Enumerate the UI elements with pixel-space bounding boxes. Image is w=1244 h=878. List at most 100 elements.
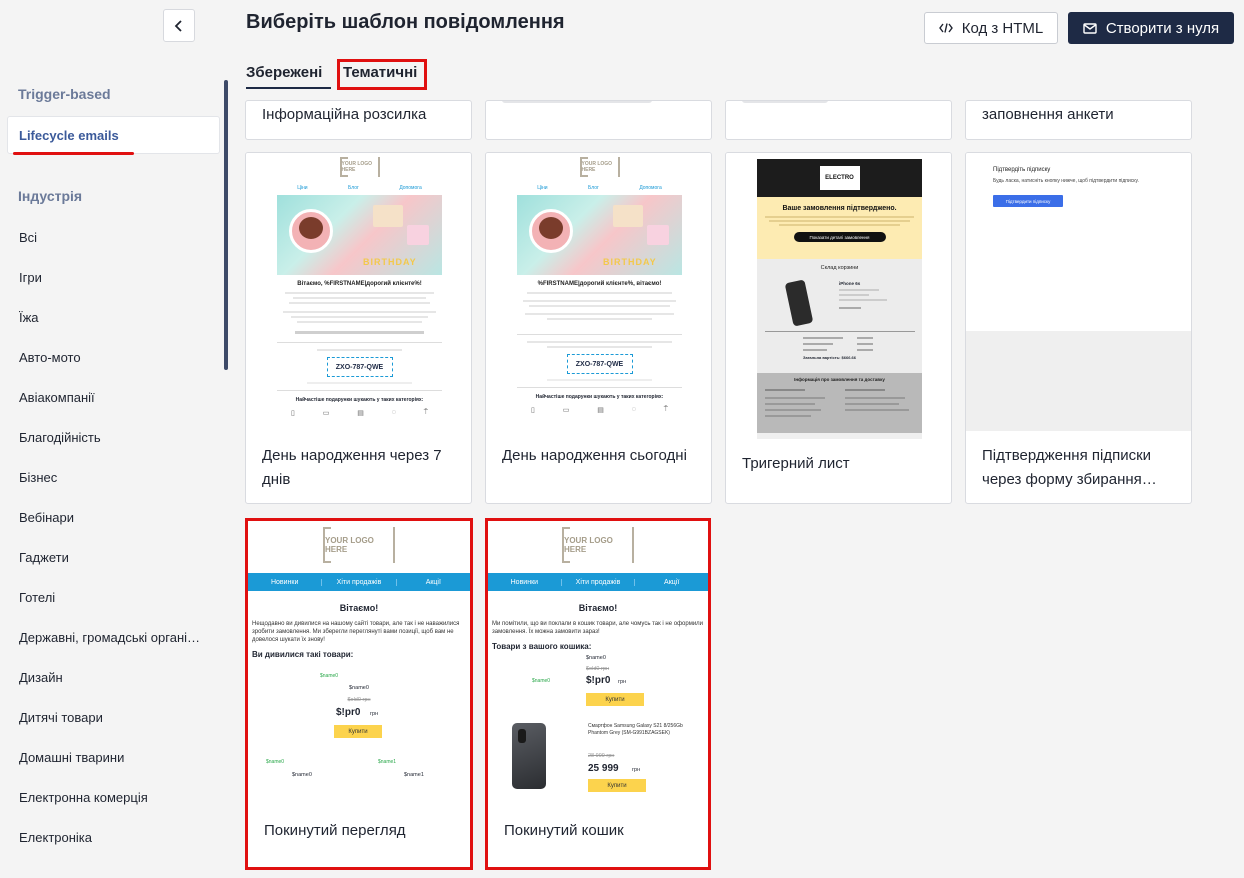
sidebar-item-label: Lifecycle emails [19,128,119,143]
tab-thematic[interactable]: Тематичні [343,64,417,81]
template-card-subscription-confirmation[interactable]: Підтвердіть підписку Будь ласка, натисні… [965,152,1192,504]
product-currency: грн [632,767,641,773]
sidebar-item-government[interactable]: Державні, громадські органі… [19,630,200,645]
promo-code: ZXO-787-QWE [566,354,633,374]
sidebar-item-food[interactable]: Їжа [19,310,39,325]
card-title: Тригерний лист [742,455,850,472]
product-link: $name0 [532,678,551,684]
sidebar-item-lifecycle-emails[interactable]: Lifecycle emails [7,116,220,155]
confirm-text: Будь ласка, натисніть кнопку нижче, щоб … [993,178,1139,184]
tab-saved[interactable]: Збережені [246,64,322,81]
electro-product: iPhone 6s [839,281,861,286]
phone-image [512,723,546,789]
html-code-label: Код з HTML [961,19,1044,37]
nav-link: Ціни [297,185,308,191]
electro-cart: Склад корзини iPhone 6s Загальна вартіст… [757,259,922,373]
email-navbar: Новинки Хіти продажів Акції [488,573,708,591]
product-currency: грн [618,679,627,685]
logo-placeholder: YOUR LOGO HERE [323,527,395,563]
template-preview: YOUR LOGO HERE Новинки Хіти продажів Акц… [248,521,470,803]
nav-link: Акції [425,578,441,586]
nav-link: Новинки [248,578,323,586]
template-card-abandoned-browse[interactable]: YOUR LOGO HERE Новинки Хіти продажів Акц… [245,518,473,870]
email-navbar: Новинки Хіти продажів Акції [248,573,470,591]
nav-link: Хіти продажів [562,578,636,586]
email-greeting: Вітаємо! [339,603,379,613]
html-code-button[interactable]: Код з HTML [924,12,1058,44]
sidebar-item-electronics[interactable]: Електроніка [19,830,92,845]
template-card[interactable]: Інформаційна розсилка [245,100,472,140]
page-title: Виберіть шаблон повідомлення [246,11,565,33]
product-name: Смартфон Samsung Galaxy S21 8/256Gb Phan… [588,723,683,736]
template-preview: Підтвердіть підписку Будь ласка, натисні… [966,153,1191,431]
sidebar-item-business[interactable]: Бізнес [19,470,57,485]
sidebar-item-kids-goods[interactable]: Дитячі товари [19,710,103,725]
product-link: $name1 [378,759,397,765]
product-currency: грн [370,711,379,717]
product-price: 25 999 [588,763,619,774]
template-preview: ELECTRO Ваше замовлення підтверджено. По… [726,153,951,439]
template-card[interactable]: заповнення анкети [965,100,1192,140]
product-old-price: 28 999 грн [588,753,615,759]
sidebar-item-games[interactable]: Ігри [19,270,42,285]
sidebar-section-trigger[interactable]: Trigger-based [18,86,111,102]
email-text: Ми помітили, що ви поклали в кошик товар… [492,621,704,635]
highlight-underline [13,152,134,155]
card-title: День народження сьогодні [502,447,687,464]
nav-link: Акції [664,578,680,586]
sidebar-item-ecommerce[interactable]: Електронна комерція [19,790,148,805]
email-greeting: Вітаємо! [578,603,618,613]
buy-button: Купити [334,725,382,738]
product-old-price: $old0 грн [347,697,371,703]
electro-info-title: Інформація про замовлення та доставку [794,377,885,382]
sidebar-section-industry: Індустрія [18,188,83,204]
birthday-image: BIRTHDAY [517,195,682,275]
card-title: День народження через 7 днів [262,447,442,488]
envelope-icon [1083,22,1097,34]
nav-link: Допомога [639,185,662,191]
sidebar-item-hotels[interactable]: Готелі [19,590,55,605]
template-card-abandoned-cart[interactable]: YOUR LOGO HERE Новинки Хіти продажів Акц… [485,518,711,870]
sidebar-item-gadgets[interactable]: Гаджети [19,550,69,565]
sidebar-item-all[interactable]: Всі [19,230,37,245]
nav-link: Хіти продажів [322,578,397,586]
create-from-scratch-button[interactable]: Створити з нуля [1068,12,1234,44]
product-price: $!pr0 [336,707,361,718]
faded-title [502,101,652,103]
sidebar-item-webinars[interactable]: Вебінари [19,510,74,525]
product-name: $name0 [292,772,312,778]
electro-banner: Ваше замовлення підтверджено. Показати д… [757,197,922,259]
sidebar-item-airlines[interactable]: Авіакомпанії [19,390,95,405]
back-button[interactable] [163,9,195,42]
product-old-price: $old0 грн [586,666,610,672]
sidebar: Trigger-based Lifecycle emails Індустрія… [0,56,232,878]
sidebar-item-auto-moto[interactable]: Авто-мото [19,350,81,365]
sidebar-scrollbar[interactable] [224,80,228,370]
nav-link: Допомога [399,185,422,191]
promo-code: ZXO-787-QWE [326,357,393,377]
sidebar-item-pets[interactable]: Домашні тварини [19,750,124,765]
active-tab-indicator [246,87,331,89]
template-card[interactable] [485,100,712,140]
birthday-image: BIRTHDAY [277,195,442,275]
template-preview: YOUR LOGO HERE Новинки Хіти продажів Акц… [488,521,708,803]
nav-link: Новинки [488,578,562,586]
categories-heading: Найчастіше подарунки шукають у таких кат… [295,397,424,403]
create-from-scratch-label: Створити з нуля [1105,19,1220,37]
email-text: Нещодавно ви дивилися на нашому сайті то… [252,621,460,643]
sidebar-item-design[interactable]: Дизайн [19,670,63,685]
product-name: $name1 [404,772,424,778]
template-card-birthday-7-days[interactable]: YOUR LOGO HERE Ціни Блог Допомога BIRTHD… [245,152,472,504]
categories-heading: Найчастіше подарунки шукають у таких кат… [535,394,664,400]
template-card-trigger-letter[interactable]: ELECTRO Ваше замовлення підтверджено. По… [725,152,952,504]
logo-placeholder: YOUR LOGO HERE [339,157,380,177]
template-card-birthday-today[interactable]: YOUR LOGO HERE Ціни Блог Допомога BIRTHD… [485,152,712,504]
faded-title [742,101,828,103]
logo-placeholder: YOUR LOGO HERE [562,527,634,563]
product-name: $name0 [586,655,606,661]
sidebar-item-charity[interactable]: Благодійність [19,430,101,445]
header: Виберіть шаблон повідомлення Код з HTML … [0,0,1244,56]
nav-link: Ціни [537,185,548,191]
buy-button: Купити [586,693,644,706]
template-card[interactable] [725,100,952,140]
